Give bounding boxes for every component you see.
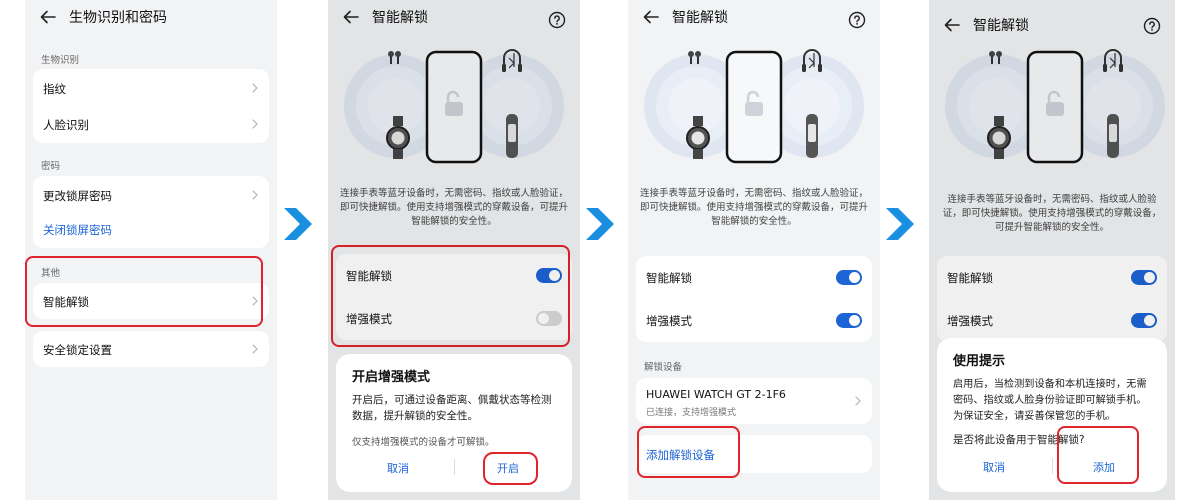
screen-smart-unlock-enable: 智能解锁 连接手表等蓝牙设备时，无需密码、指纹或人脸验证，即可快捷解锁。使用支持…: [328, 0, 580, 500]
enhanced-mode-label: 增强模式: [646, 314, 692, 328]
security-lock-label: 安全锁定设置: [43, 343, 112, 357]
chevron-right-icon: [251, 83, 259, 93]
back-arrow-icon[interactable]: [642, 8, 660, 26]
step-chevron-icon: [280, 204, 320, 244]
disable-password-link[interactable]: 关闭锁屏密码: [43, 222, 112, 238]
cancel-button[interactable]: 取消: [970, 459, 1018, 475]
smart-unlock-row: 智能解锁: [636, 256, 872, 299]
enhanced-mode-toggle[interactable]: [836, 313, 862, 328]
usage-tip-dialog: 使用提示 启用后，当检测到设备和本机连接时，无需密码、指纹或人脸身份验证即可解锁…: [937, 338, 1167, 492]
back-arrow-icon[interactable]: [39, 8, 57, 26]
header: 智能解锁: [628, 0, 880, 40]
section-biometrics: 生物识别: [41, 55, 80, 66]
chevron-right-icon: [251, 344, 259, 354]
device-name: HUAWEI WATCH GT 2-1F6: [646, 388, 786, 401]
screen-add-device-confirm: 智能解锁 连接手表等蓝牙设备时，无需密码、指纹或人脸验证，即可快捷解锁。使用支持…: [929, 0, 1175, 500]
chevron-right-icon: [251, 190, 259, 200]
screen-smart-unlock-devices: 智能解锁 连接手表等蓝牙设备时，无需密码、指纹或人脸验证，即可快捷解锁。使用支持…: [628, 0, 880, 500]
header: 生物识别和密码: [25, 0, 277, 40]
dialog-divider: [1052, 458, 1053, 474]
highlight-box: [1057, 426, 1139, 484]
step-chevron-icon: [582, 204, 622, 244]
smart-unlock-illustration: [628, 36, 880, 176]
screen-biometrics-and-password: 生物识别和密码 生物识别 指纹 人脸识别 密码 更改锁屏密码 关闭锁屏密码 其他: [25, 0, 277, 500]
smart-unlock-toggle[interactable]: [836, 270, 862, 285]
highlight-box: [637, 426, 740, 478]
device-status: 已连接，支持增强模式: [646, 408, 737, 418]
security-lock-row[interactable]: 安全锁定设置: [33, 331, 269, 367]
page-title: 智能解锁: [672, 10, 728, 26]
highlight-box: [483, 452, 538, 485]
dialog-title: 开启增强模式: [352, 370, 431, 385]
enhanced-mode-row: 增强模式: [636, 299, 872, 342]
toggles-card: 智能解锁 增强模式: [636, 256, 872, 342]
tutorial-stage: 生物识别和密码 生物识别 指纹 人脸识别 密码 更改锁屏密码 关闭锁屏密码 其他: [0, 0, 1200, 500]
dialog-body: 开启后，可通过设备距离、佩戴状态等检测数据，提升解锁的安全性。: [352, 394, 552, 422]
help-icon[interactable]: [848, 11, 866, 29]
chevron-right-icon: [854, 396, 862, 406]
section-password: 密码: [41, 161, 61, 172]
section-unlock-devices: 解锁设备: [644, 362, 683, 373]
cancel-button[interactable]: 取消: [374, 460, 422, 476]
description-text: 连接手表等蓝牙设备时，无需密码、指纹或人脸验证，即可快捷解锁。使用支持增强模式的…: [640, 188, 869, 227]
smart-unlock-label: 智能解锁: [646, 271, 692, 285]
dialog-divider: [454, 459, 455, 475]
chevron-right-icon: [251, 119, 259, 129]
highlight-box: [25, 256, 263, 327]
dialog-title: 使用提示: [953, 354, 1006, 369]
page-title: 生物识别和密码: [69, 10, 167, 26]
fingerprint-label: 指纹: [43, 82, 66, 96]
change-password-row[interactable]: 更改锁屏密码: [33, 176, 269, 212]
step-chevron-icon: [882, 204, 922, 244]
face-recognition-label: 人脸识别: [43, 118, 89, 132]
disable-password-row[interactable]: 关闭锁屏密码: [33, 212, 269, 248]
enhanced-mode-dialog: 开启增强模式 开启后，可通过设备距离、佩戴状态等检测数据，提升解锁的安全性。 仅…: [336, 354, 572, 492]
biometrics-card: 指纹 人脸识别: [33, 69, 269, 143]
fingerprint-row[interactable]: 指纹: [33, 69, 269, 106]
dialog-body: 启用后，当检测到设备和本机连接时，无需密码、指纹或人脸身份验证即可解锁手机。为保…: [953, 379, 1147, 422]
face-recognition-row[interactable]: 人脸识别: [33, 106, 269, 143]
change-password-label: 更改锁屏密码: [43, 189, 112, 203]
password-card: 更改锁屏密码 关闭锁屏密码: [33, 176, 269, 248]
device-row[interactable]: HUAWEI WATCH GT 2-1F6 已连接，支持增强模式: [636, 378, 872, 424]
dialog-note: 仅支持增强模式的设备才可解锁。: [352, 437, 495, 448]
